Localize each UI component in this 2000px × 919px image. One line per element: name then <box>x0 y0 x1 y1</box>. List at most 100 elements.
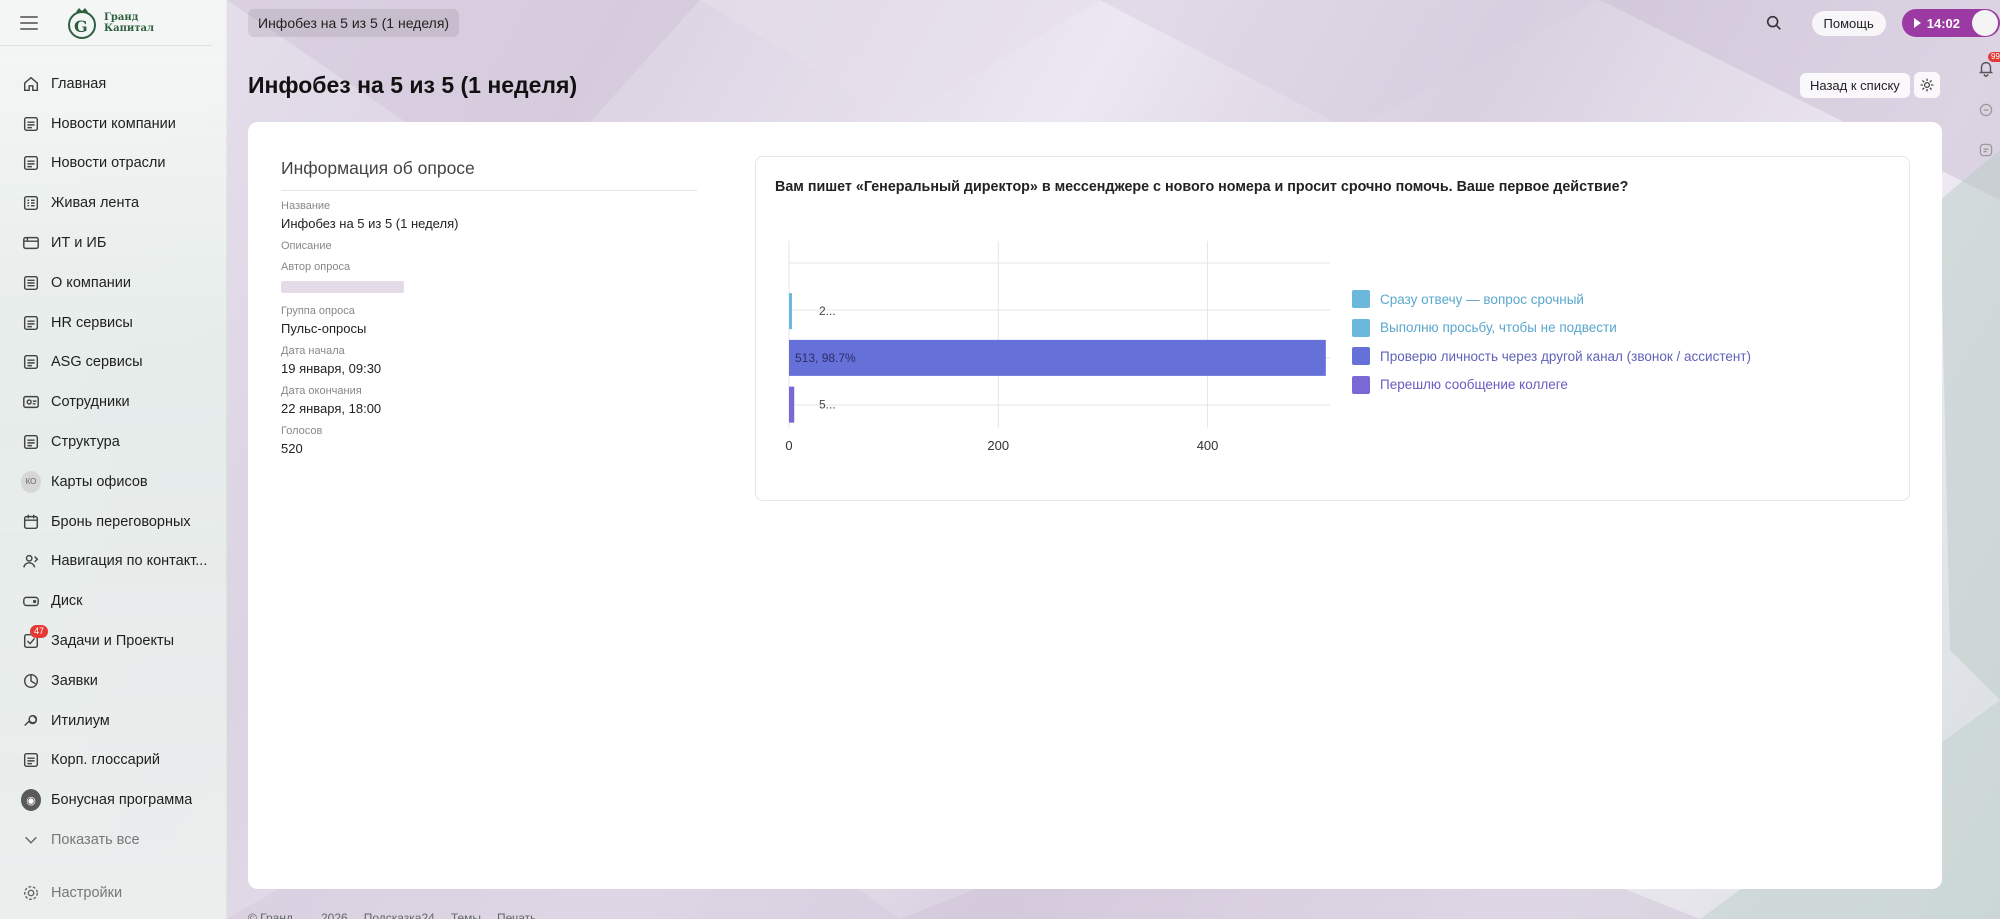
bar <box>789 339 1326 376</box>
sidebar-item-home[interactable]: Главная <box>0 64 226 104</box>
question-chart-panel: Вам пишет «Генеральный директор» в мессе… <box>755 156 1910 501</box>
footer-link[interactable]: 2026 <box>321 911 348 919</box>
help-button[interactable]: Помощь <box>1811 10 1886 36</box>
office-maps-icon: КО <box>21 470 41 493</box>
sidebar-item-contacts[interactable]: Навигация по контакт... <box>0 542 226 582</box>
show-all-button[interactable]: Показать все <box>0 820 226 860</box>
survey-card: Информация об опросе Название Инфобез на… <box>248 122 1942 889</box>
legend-swatch <box>1352 290 1370 309</box>
sidebar-item-bonus[interactable]: ◉ Бонусная программа <box>0 780 226 820</box>
back-to-list-button[interactable]: Назад к списку <box>1800 73 1910 98</box>
ko-badge: КО <box>21 470 41 493</box>
search-icon[interactable] <box>1762 11 1786 35</box>
sidebar-item-label: ИТ и ИБ <box>51 235 107 252</box>
author-label: Автор опроса <box>281 261 351 273</box>
sidebar-item-label: Карты офисов <box>51 473 148 490</box>
legend-label: Сразу отвечу — вопрос срочный <box>1380 291 1584 307</box>
sidebar-item-structure[interactable]: Структура <box>0 422 226 462</box>
logo-text-line1: Гранд <box>104 11 139 23</box>
employees-icon <box>21 392 41 412</box>
sidebar-item-hr[interactable]: HR сервисы <box>0 303 226 343</box>
sidebar-item-label: Живая лента <box>51 195 140 212</box>
disk-icon <box>21 591 41 611</box>
legend-item[interactable]: Проверю личность через другой канал (зво… <box>1352 342 1751 371</box>
sidebar-item-live-feed[interactable]: Живая лента <box>0 183 226 223</box>
sidebar-nav: Главная Новости компании Новости отрасли… <box>0 64 226 860</box>
sidebar-item-industry-news[interactable]: Новости отрасли <box>0 144 226 184</box>
contacts-icon <box>21 551 41 571</box>
sidebar-item-about[interactable]: О компании <box>0 263 226 303</box>
company-logo[interactable]: G Гранд Капитал <box>64 5 154 41</box>
gear-icon <box>21 883 41 903</box>
sidebar-item-disk[interactable]: Диск <box>0 581 226 621</box>
field-author: Автор опроса <box>281 261 697 293</box>
field-description: Описание <box>281 240 697 252</box>
bar-data-label: 513, 98.7% <box>795 351 856 365</box>
sidebar-item-asg[interactable]: ASG сервисы <box>0 343 226 383</box>
name-label: Название <box>281 200 331 212</box>
logo-text-line2: Капитал <box>104 22 155 34</box>
legend-item[interactable]: Перешлю сообщение коллеге <box>1352 371 1751 400</box>
show-all-label: Показать все <box>51 832 140 849</box>
menu-icon[interactable] <box>20 15 38 30</box>
footer-link[interactable]: Подсказка24 <box>364 911 435 919</box>
sidebar-item-label: О компании <box>51 274 131 291</box>
time-display: 14:02 <box>1926 15 1960 31</box>
votes-value: 520 <box>281 441 303 456</box>
settings-label: Настройки <box>51 885 123 902</box>
sidebar-item-label: Диск <box>51 593 83 610</box>
news-icon <box>21 114 41 134</box>
sidebar-item-itilium[interactable]: Итилиум <box>0 701 226 741</box>
sidebar-item-office-maps[interactable]: КО Карты офисов <box>0 462 226 502</box>
legend-item[interactable]: Сразу отвечу — вопрос срочный <box>1352 285 1751 314</box>
sidebar-item-employees[interactable]: Сотрудники <box>0 382 226 422</box>
tab-current[interactable]: Инфобез на 5 из 5 (1 неделя) <box>248 9 460 37</box>
author-value-redacted <box>281 281 404 293</box>
sidebar-item-label: Новости отрасли <box>51 155 166 172</box>
asg-icon <box>21 352 41 372</box>
tasks-count-badge: 47 <box>30 625 49 639</box>
sidebar-item-requests[interactable]: Заявки <box>0 661 226 701</box>
sidebar-item-booking[interactable]: Бронь переговорных <box>0 502 226 542</box>
sidebar-item-settings[interactable]: Настройки <box>0 873 226 913</box>
gear-icon[interactable] <box>1914 72 1940 98</box>
legend-swatch <box>1352 347 1370 366</box>
sidebar-item-it[interactable]: ИТ и ИБ <box>0 223 226 263</box>
glossary-icon <box>21 750 41 770</box>
sidebar: G Гранд Капитал Главная Новости компании … <box>0 0 227 919</box>
home-icon <box>21 74 41 94</box>
bell-icon[interactable]: 99+ <box>1976 52 2000 78</box>
sidebar-item-label: Структура <box>51 434 120 451</box>
booking-icon <box>21 512 41 532</box>
x-tick-label: 200 <box>987 438 1009 453</box>
time-tracker-button[interactable]: 14:02 <box>1901 9 2000 37</box>
sidebar-item-company-news[interactable]: Новости компании <box>0 104 226 144</box>
sidebar-item-label: Сотрудники <box>51 394 130 411</box>
svg-text:G: G <box>74 17 88 36</box>
legend-swatch <box>1352 375 1370 394</box>
legend-swatch <box>1352 318 1370 337</box>
messages-icon[interactable] <box>1976 140 1996 160</box>
sidebar-item-label: Корп. глоссарий <box>51 752 160 769</box>
survey-info-panel: Информация об опросе Название Инфобез на… <box>281 158 697 456</box>
sidebar-item-glossary[interactable]: Корп. глоссарий <box>0 741 226 781</box>
sidebar-item-tasks[interactable]: 47 Задачи и Проекты <box>0 621 226 661</box>
field-name: Название Инфобез на 5 из 5 (1 неделя) <box>281 200 697 231</box>
sidebar-item-label: Навигация по контакт... <box>51 553 208 570</box>
bar <box>789 386 795 423</box>
legend-label: Перешлю сообщение коллеге <box>1380 377 1568 393</box>
chat-icon[interactable] <box>1976 100 1996 120</box>
footer-link[interactable]: Печать <box>497 911 536 919</box>
legend-label: Проверю личность через другой канал (зво… <box>1380 348 1751 364</box>
footer-link[interactable]: © Гранд… <box>248 911 305 919</box>
avatar[interactable] <box>1972 10 1998 36</box>
name-value: Инфобез на 5 из 5 (1 неделя) <box>281 216 459 231</box>
it-icon <box>21 233 41 253</box>
right-rail: 99+ <box>1972 46 2000 919</box>
group-label: Группа опроса <box>281 305 355 317</box>
field-votes: Голосов 520 <box>281 425 697 456</box>
footer-link[interactable]: Темы <box>451 911 481 919</box>
gamepad-icon: ◉ <box>21 789 41 812</box>
sidebar-item-label: Бронь переговорных <box>51 513 191 530</box>
legend-item[interactable]: Выполню просьбу, чтобы не подвести <box>1352 314 1751 343</box>
